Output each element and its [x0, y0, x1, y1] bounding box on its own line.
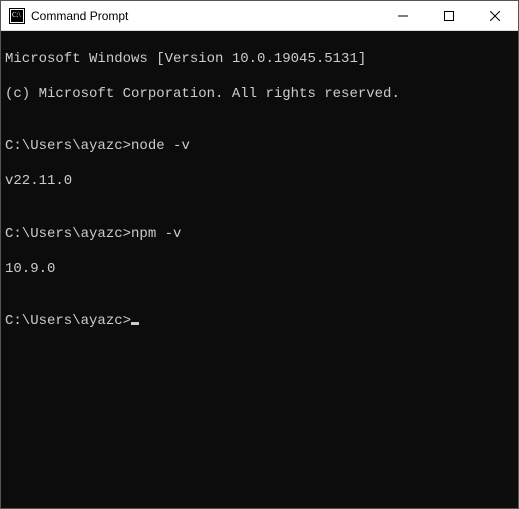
command-text: node -v	[131, 138, 190, 154]
maximize-button[interactable]	[426, 1, 472, 30]
svg-text:C:\: C:\	[12, 11, 21, 19]
prompt: C:\Users\ayazc>	[5, 313, 131, 329]
close-button[interactable]	[472, 1, 518, 30]
terminal-line: v22.11.0	[5, 173, 514, 191]
cursor	[131, 322, 139, 325]
terminal-line: Microsoft Windows [Version 10.0.19045.51…	[5, 51, 514, 69]
minimize-button[interactable]	[380, 1, 426, 30]
window-title: Command Prompt	[31, 9, 380, 23]
prompt: C:\Users\ayazc>	[5, 138, 131, 154]
window-controls	[380, 1, 518, 30]
terminal-line: 10.9.0	[5, 261, 514, 279]
terminal-line: C:\Users\ayazc>	[5, 313, 514, 331]
terminal-line: (c) Microsoft Corporation. All rights re…	[5, 86, 514, 104]
terminal-line: C:\Users\ayazc>npm -v	[5, 226, 514, 244]
prompt: C:\Users\ayazc>	[5, 226, 131, 242]
titlebar[interactable]: C:\ Command Prompt	[1, 1, 518, 31]
terminal-output[interactable]: Microsoft Windows [Version 10.0.19045.51…	[1, 31, 518, 508]
command-prompt-window: C:\ Command Prompt Microsoft Windows [Ve…	[0, 0, 519, 509]
terminal-line: C:\Users\ayazc>node -v	[5, 138, 514, 156]
command-prompt-icon: C:\	[9, 8, 25, 24]
command-text: npm -v	[131, 226, 181, 242]
